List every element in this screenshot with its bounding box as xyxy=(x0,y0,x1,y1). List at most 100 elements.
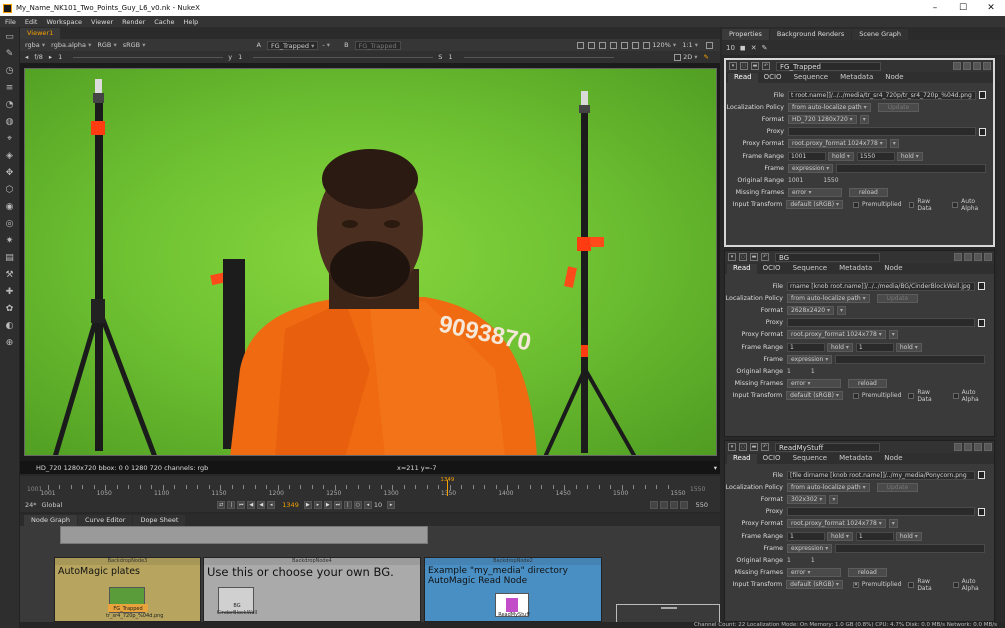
close-panel-icon[interactable] xyxy=(983,62,991,70)
subtab-node[interactable]: Node xyxy=(878,264,908,274)
before-dropdown[interactable]: hold xyxy=(827,531,853,541)
proxy-format-dropdown[interactable]: root.proxy_format 1024x778 xyxy=(788,139,887,149)
premultiplied-checkbox[interactable]: ✕ Premultiplied xyxy=(852,581,901,588)
fstop-arrows-right-icon[interactable]: ▸ xyxy=(49,53,52,61)
gain-value[interactable]: 1 xyxy=(58,53,62,61)
before-dropdown[interactable]: hold xyxy=(827,342,853,352)
node-color-icon[interactable]: ◌ xyxy=(739,443,747,451)
audio-icon[interactable] xyxy=(669,501,678,509)
subtab-ocio[interactable]: OCIO xyxy=(757,454,787,464)
missing-frames-dropdown[interactable]: error xyxy=(787,379,841,389)
cara-vr-icon[interactable]: ◐ xyxy=(4,320,16,332)
close-button[interactable]: ✕ xyxy=(977,3,1005,13)
input-transform-dropdown[interactable]: default (sRGB) xyxy=(786,200,844,210)
tab-node-graph[interactable]: Node Graph xyxy=(24,515,77,526)
saturation-slider[interactable] xyxy=(463,56,614,58)
after-dropdown[interactable]: hold xyxy=(895,531,922,541)
views-nodes-icon[interactable]: ◉ xyxy=(4,201,16,213)
after-dropdown[interactable]: hold xyxy=(896,151,923,161)
localization-dropdown[interactable]: from auto-localize path xyxy=(787,293,870,303)
format-edit-icon[interactable] xyxy=(859,114,869,124)
skip-back-icon[interactable]: ◂ xyxy=(363,501,372,509)
orig-last-value[interactable]: 1550 xyxy=(823,177,838,184)
in-point-icon[interactable]: | xyxy=(227,501,236,509)
proxy-format-dropdown[interactable]: root.proxy_format 1024x778 xyxy=(787,519,886,529)
tab-background-renders[interactable]: Background Renders xyxy=(769,29,852,40)
merge-nodes-icon[interactable]: ◈ xyxy=(4,150,16,162)
3d-nodes-icon[interactable]: ⬡ xyxy=(4,184,16,196)
colorspace-dropdown[interactable]: RGB xyxy=(97,41,116,49)
tab-curve-editor[interactable]: Curve Editor xyxy=(77,515,133,526)
orig-last-value[interactable]: 1 xyxy=(811,368,815,375)
transform-nodes-icon[interactable]: ✥ xyxy=(4,167,16,179)
image-nodes-icon[interactable]: ▭ xyxy=(4,31,16,43)
metadata-nodes-icon[interactable]: ◎ xyxy=(4,218,16,230)
mask-icon[interactable] xyxy=(599,41,607,49)
frame-input[interactable] xyxy=(835,354,986,364)
other-nodes-icon[interactable]: ✚ xyxy=(4,286,16,298)
missing-frames-dropdown[interactable]: error xyxy=(788,188,842,198)
saturation-value[interactable]: 1 xyxy=(448,53,452,61)
menu-workspace[interactable]: Workspace xyxy=(46,18,82,26)
play-forward-icon[interactable]: ▶ xyxy=(303,501,312,509)
tab-viewer1[interactable]: Viewer1 xyxy=(20,28,61,39)
bounce-icon[interactable]: ⇄ xyxy=(217,501,226,509)
help-icon[interactable] xyxy=(964,443,972,451)
proxy-format-edit-icon[interactable] xyxy=(888,519,898,529)
first-frame-input[interactable]: 1 xyxy=(787,531,825,541)
localization-dropdown[interactable]: from auto-localize path xyxy=(787,482,870,492)
menu-render[interactable]: Render xyxy=(122,18,145,26)
fstop-arrows-icon[interactable]: ◂ xyxy=(25,53,28,61)
orig-first-value[interactable]: 1001 xyxy=(788,177,803,184)
tab-scene-graph[interactable]: Scene Graph xyxy=(852,29,909,40)
help-icon[interactable] xyxy=(964,253,972,261)
proxy-browse-icon[interactable] xyxy=(978,507,985,516)
file-browse-icon[interactable] xyxy=(978,471,985,480)
cache-icon[interactable] xyxy=(659,501,668,509)
before-dropdown[interactable]: hold xyxy=(828,151,854,161)
node-graph-minimap[interactable] xyxy=(616,604,720,622)
furnace-nodes-icon[interactable]: ✿ xyxy=(4,303,16,315)
collapse-icon[interactable]: ▾ xyxy=(729,62,737,70)
subtab-sequence[interactable]: Sequence xyxy=(787,264,834,274)
safe-area-icon[interactable] xyxy=(588,41,596,49)
clipping-icon[interactable] xyxy=(632,41,640,49)
tab-dope-sheet[interactable]: Dope Sheet xyxy=(133,515,186,526)
menu-viewer[interactable]: Viewer xyxy=(91,18,113,26)
premultiplied-checkbox[interactable]: Premultiplied xyxy=(853,201,902,208)
last-frame-input[interactable]: 1 xyxy=(855,342,894,352)
file-input[interactable]: [file dirname [knob root.name]]/../my_me… xyxy=(787,470,975,480)
subtab-sequence[interactable]: Sequence xyxy=(787,454,834,464)
node-bg[interactable]: BG CinderBlockWall xyxy=(217,587,257,616)
zoom-dropdown[interactable]: 120% xyxy=(652,41,676,49)
format-dropdown[interactable]: 302x302 xyxy=(787,494,827,504)
pause-icon[interactable] xyxy=(643,41,651,49)
maximize-panel-icon[interactable] xyxy=(973,62,981,70)
format-edit-icon[interactable] xyxy=(837,305,847,315)
subtab-metadata[interactable]: Metadata xyxy=(833,454,878,464)
out-point-icon[interactable]: | xyxy=(343,501,352,509)
format-edit-icon[interactable] xyxy=(829,494,839,504)
viewer-canvas[interactable]: 9093870 xyxy=(20,63,720,461)
channel-nodes-icon[interactable]: ≡ xyxy=(4,82,16,94)
revert-icon[interactable]: ↶ xyxy=(761,443,769,451)
frame-mode-dropdown[interactable]: expression xyxy=(788,163,834,173)
node-graph-canvas[interactable]: BackdropNode3 AutoMagic plates FG_Trappe… xyxy=(20,526,720,622)
subtab-node[interactable]: Node xyxy=(879,73,909,83)
node-fg-trapped[interactable]: FG_Trapped tr_sr4_720p_%04d.png xyxy=(106,587,163,619)
play-backward-icon[interactable]: ◀ xyxy=(257,501,266,509)
flipbook-icon[interactable] xyxy=(649,501,658,509)
proxy-format-edit-icon[interactable] xyxy=(889,139,899,149)
color-nodes-icon[interactable]: ◔ xyxy=(4,99,16,111)
airtools-icon[interactable]: ⊕ xyxy=(4,337,16,349)
step-value[interactable]: 10 xyxy=(374,501,382,509)
menu-file[interactable]: File xyxy=(5,18,16,26)
subtab-metadata[interactable]: Metadata xyxy=(833,264,878,274)
frame-mode-dropdown[interactable]: expression xyxy=(787,354,833,364)
close-panel-icon[interactable] xyxy=(984,253,992,261)
input-transform-dropdown[interactable]: default (sRGB) xyxy=(786,580,843,590)
premultiplied-checkbox[interactable]: Premultiplied xyxy=(852,392,901,399)
end-frame-box[interactable]: 550 xyxy=(696,501,708,509)
skip-forward-icon[interactable]: ▸ xyxy=(387,501,396,509)
overlay-icon[interactable] xyxy=(610,41,618,49)
